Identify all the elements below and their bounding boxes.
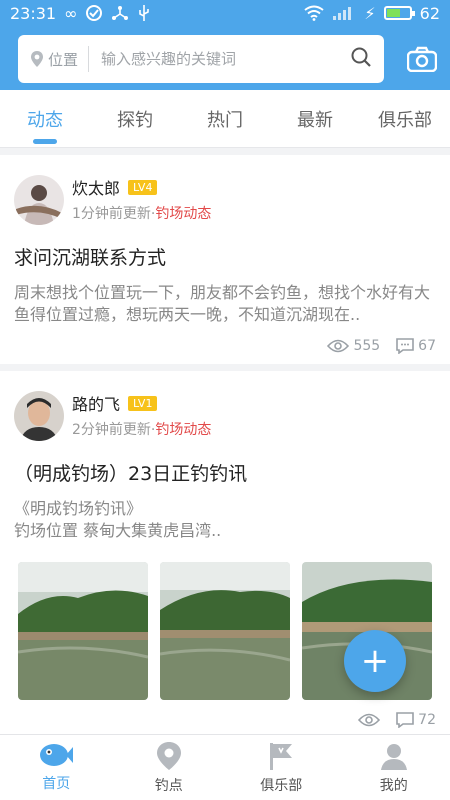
author-name[interactable]: 路的飞 (72, 391, 120, 415)
post-photo[interactable] (18, 562, 148, 700)
post-title[interactable]: 求问沉湖联系方式 (14, 243, 436, 270)
avatar[interactable] (14, 175, 64, 225)
nav-home[interactable]: 首页 (0, 735, 113, 800)
post-category[interactable]: 钓场动态 (155, 206, 211, 222)
status-bar: 23:31 ∞ ⚡ 62 (0, 0, 450, 26)
comment-count-value: 67 (418, 338, 436, 354)
check-circle-icon (85, 4, 103, 22)
add-post-button[interactable]: + (344, 630, 406, 692)
location-selector[interactable]: 位置 (30, 46, 90, 72)
eye-icon (358, 713, 381, 727)
fish-icon (40, 744, 74, 766)
post-title[interactable]: （明成钓场）23日正钓钓讯 (14, 459, 436, 486)
comment-icon (396, 712, 414, 728)
infinity-icon: ∞ (64, 3, 78, 23)
header: 23:31 ∞ ⚡ 62 位置 输入感兴趣的关键词 (0, 0, 450, 90)
nav-profile-label: 我的 (379, 778, 408, 794)
wifi-icon (304, 5, 325, 21)
clock: 23:31 (10, 3, 57, 23)
comment-count[interactable]: 67 (396, 338, 436, 354)
user-icon (380, 744, 407, 770)
nav-spots-label: 钓点 (154, 778, 183, 794)
level-badge: LV1 (128, 395, 158, 411)
post-body-line: 钓场位置 蔡甸大集黄虎昌湾.. (14, 521, 222, 540)
map-pin-icon (156, 742, 181, 770)
post-photo[interactable] (160, 562, 290, 700)
category-tabs: 动态 探钓 热门 最新 俱乐部 (0, 90, 450, 148)
usb-icon (137, 4, 151, 22)
level-badge: LV4 (128, 179, 158, 195)
comment-count-value: 72 (418, 712, 436, 728)
nav-home-label: 首页 (42, 776, 71, 792)
flag-icon (270, 743, 293, 770)
bottom-nav: 首页 钓点 俱乐部 我的 (0, 734, 450, 800)
tab-hot[interactable]: 热门 (180, 90, 270, 147)
post-body: 《明成钓场钓讯》 钓场位置 蔡甸大集黄虎昌湾.. (14, 498, 436, 542)
battery-icon (383, 6, 415, 20)
charging-icon: ⚡ (364, 3, 376, 23)
nav-club[interactable]: 俱乐部 (225, 735, 338, 800)
search-input[interactable] (101, 50, 350, 68)
post-card[interactable]: 炊太郎 LV4 1分钟前更新·钓场动态 求问沉湖联系方式 周末想找个位置玩一下，… (0, 155, 450, 364)
tab-latest[interactable]: 最新 (270, 90, 360, 147)
post-time: 2分钟前更新 (72, 422, 151, 438)
camera-icon[interactable] (398, 35, 446, 83)
post-body: 周末想找个位置玩一下，朋友都不会钓鱼，想找个水好有大鱼得位置过瘾，想玩两天一晚，… (14, 283, 431, 324)
post-category[interactable]: 钓场动态 (155, 422, 211, 438)
share-icon (111, 4, 129, 22)
search-bar[interactable]: 位置 (18, 35, 384, 83)
comment-icon (396, 338, 414, 354)
eye-icon (327, 339, 350, 353)
comment-count[interactable]: 72 (396, 712, 436, 728)
view-count (358, 712, 381, 728)
tab-club[interactable]: 俱乐部 (360, 90, 450, 147)
battery-level: 62 (419, 3, 440, 23)
post-time: 1分钟前更新 (72, 206, 151, 222)
view-count: 555 (327, 338, 380, 354)
nav-spots[interactable]: 钓点 (113, 735, 226, 800)
signal-icon (332, 5, 356, 21)
location-label: 位置 (48, 50, 79, 69)
tab-explore[interactable]: 探钓 (90, 90, 180, 147)
post-body-line: 《明成钓场钓讯》 (14, 499, 143, 518)
author-name[interactable]: 炊太郎 (72, 175, 120, 199)
avatar[interactable] (14, 391, 64, 441)
tab-dynamics[interactable]: 动态 (0, 90, 90, 147)
nav-profile[interactable]: 我的 (338, 735, 450, 800)
nav-club-label: 俱乐部 (260, 778, 303, 794)
view-count-value: 555 (353, 338, 381, 354)
search-icon[interactable] (350, 46, 372, 72)
location-pin-icon (31, 51, 43, 67)
